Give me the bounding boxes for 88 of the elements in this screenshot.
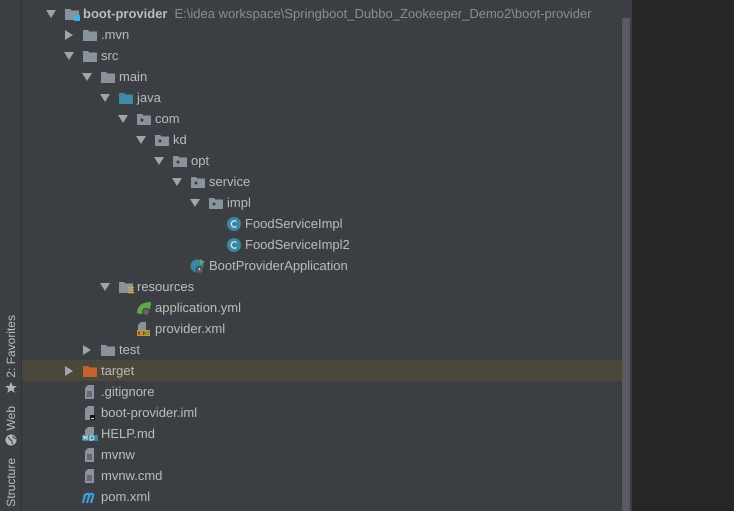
tree-item-label: test [119,340,140,359]
folder-icon [82,28,98,42]
tree-row[interactable]: kd [22,129,622,150]
tree-row[interactable]: target [22,360,622,381]
tree-item-label: FoodServiceImpl [245,214,343,233]
package-folder-icon [208,196,224,210]
tree-item-label: main [119,68,148,86]
expand-arrow-icon[interactable] [82,344,92,354]
tree-row[interactable]: pom.xml [22,486,622,507]
tree-row[interactable]: com [22,108,622,129]
collapse-arrow-icon[interactable] [172,176,182,186]
source-folder-icon [118,90,134,104]
collapse-arrow-icon[interactable] [136,134,146,144]
collapse-arrow-icon[interactable] [154,156,164,166]
tree-item-label: com [155,110,180,128]
tool-window-tab[interactable]: Structure [2,458,20,507]
tree-row[interactable]: src [22,45,622,66]
tool-window-tab[interactable]: 2: Favorites [2,315,20,378]
tree-item-label: boot-provider [83,4,168,23]
tree-item-label: mvnw.cmd [101,466,162,485]
folder-icon [100,70,116,84]
collapse-arrow-icon[interactable] [118,114,128,124]
collapse-arrow-icon[interactable] [46,8,56,18]
tree-row[interactable]: test [22,339,622,360]
tree-row[interactable]: mvnw.cmd [22,465,622,486]
tree-item-label: mvnw [101,446,135,464]
tree-row[interactable]: FoodServiceImpl2 [22,234,622,255]
collapse-arrow-icon[interactable] [100,92,110,102]
tree-item-label: resources [137,278,194,296]
tree-row[interactable]: boot-provider E:\idea workspace\Springboot_Dubbo_Zookeeper_Demo2\boot-provider [22,3,622,24]
tree-item-label: provider.xml [155,320,226,338]
spring-leaf-icon [136,300,152,316]
tree-row[interactable]: resources [22,276,622,297]
tree-row[interactable]: provider.xml [22,318,622,339]
class-icon [226,236,242,252]
module-file-icon [82,404,98,420]
collapse-arrow-icon[interactable] [100,282,110,292]
package-folder-icon [190,174,206,188]
tree-item-label: FoodServiceImpl2 [245,236,350,254]
package-folder-icon [172,154,188,168]
folder-icon [82,48,98,62]
package-folder-icon [154,132,170,146]
expand-arrow-icon[interactable] [64,30,74,40]
collapse-arrow-icon[interactable] [190,198,200,208]
module-folder-icon [64,6,80,20]
tree-row[interactable]: BootProviderApplication [22,255,622,276]
tree-row[interactable]: boot-provider.iml [22,402,622,423]
tree-item-label: java [137,88,161,107]
module-path: E:\idea workspace\Springboot_Dubbo_Zookeeper_Demo2\boot-provider [174,4,592,23]
run-class-icon [190,258,206,274]
tree-row[interactable]: opt [22,150,622,171]
tree-item-label: boot-provider.iml [101,404,198,422]
markdown-file-icon [82,426,98,442]
tree-item-label: pom.xml [101,488,150,506]
tree-item-label: application.yml [155,298,241,317]
globe-icon [4,434,16,446]
class-icon [226,216,242,232]
package-folder-icon [136,112,152,126]
tree-row[interactable]: application.yml [22,297,622,318]
tree-item-label: BootProviderApplication [209,256,348,275]
collapse-arrow-icon[interactable] [64,50,74,60]
scrollbar-thumb[interactable] [622,18,630,511]
tree-item-label: target [101,362,134,380]
collapse-arrow-icon[interactable] [82,72,92,82]
folder-icon [100,342,116,356]
xml-file-icon [136,320,152,336]
tree-row[interactable]: .mvn [22,24,622,45]
tree-item-label: kd [173,130,187,149]
tree-row[interactable]: main [22,66,622,87]
resources-folder-icon [118,280,134,294]
tree-row[interactable]: FoodServiceImpl [22,213,622,234]
tree-item-label: impl [227,194,251,212]
tool-window-tab[interactable]: Web [2,406,20,430]
tree-item-label: HELP.md [101,424,155,443]
expand-arrow-icon[interactable] [64,366,74,376]
tree-row[interactable]: mvnw [22,444,622,465]
tree-item-label: opt [191,152,210,170]
tree-item-label: src [101,46,118,65]
tree-row[interactable]: impl [22,192,622,213]
tree-row[interactable]: service [22,171,622,192]
tree-item-label: .mvn [101,26,130,44]
tree-item-label: service [209,172,250,191]
tree-row[interactable]: java [22,87,622,108]
tree-item-label: .gitignore [101,382,154,401]
tree-row[interactable]: HELP.md [22,423,622,444]
star-icon [4,382,16,394]
folder-icon [82,364,98,378]
tree-row[interactable]: .gitignore [22,381,622,402]
